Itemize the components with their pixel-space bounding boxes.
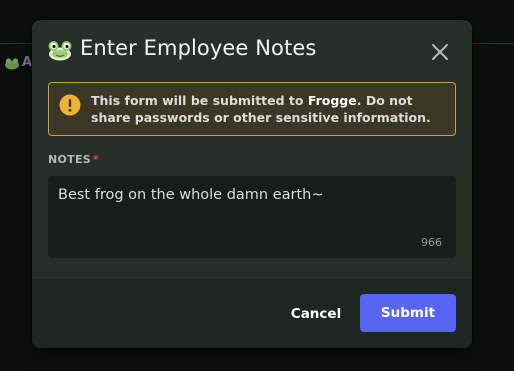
modal-header: Enter Employee Notes <box>32 20 472 82</box>
warning-brand: Frogge <box>307 93 357 108</box>
notes-textarea[interactable]: Best frog on the whole damn earth~ 966 <box>48 176 456 258</box>
close-button[interactable] <box>428 40 452 64</box>
modal-footer: Cancel Submit <box>32 279 472 348</box>
background-frog-icon <box>5 58 19 70</box>
background-channel-text: A <box>22 55 33 70</box>
notes-label-text: NOTES <box>48 153 91 166</box>
frog-icon <box>48 41 72 61</box>
warning-banner: This form will be submitted to Frogge. D… <box>48 82 456 136</box>
submit-button[interactable]: Submit <box>360 294 456 332</box>
employee-notes-modal: Enter Employee Notes This form will be s… <box>32 20 472 348</box>
notes-label: NOTES * <box>48 153 99 166</box>
warning-text-before: This form will be submitted to <box>91 93 308 108</box>
notes-value: Best frog on the whole damn earth~ <box>58 187 324 203</box>
close-icon <box>432 44 448 60</box>
notes-remaining-count: 966 <box>421 236 442 249</box>
warning-text: This form will be submitted to Frogge. D… <box>91 92 451 126</box>
required-marker: * <box>93 153 100 166</box>
warning-icon <box>59 94 81 116</box>
cancel-button[interactable]: Cancel <box>284 303 348 325</box>
modal-title: Enter Employee Notes <box>80 36 317 60</box>
